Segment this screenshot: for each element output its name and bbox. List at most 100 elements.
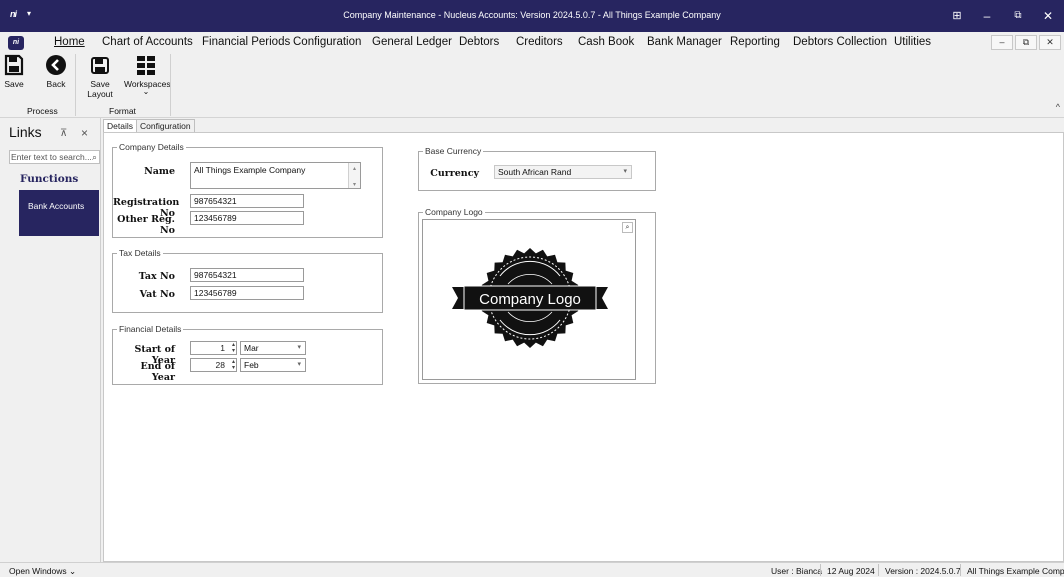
end-month-value: Feb: [244, 360, 259, 370]
save-icon: [4, 54, 24, 76]
tax-details-group: Tax Details Tax No 987654321 Vat No 1234…: [112, 248, 383, 313]
menu-cash-book[interactable]: Cash Book: [578, 36, 634, 48]
tab-details[interactable]: Details: [103, 119, 137, 133]
menu-bank-manager[interactable]: Bank Manager: [647, 36, 722, 48]
close-links-icon[interactable]: ×: [81, 126, 88, 140]
ribbon-separator: [75, 54, 76, 116]
open-windows-button[interactable]: Open Windows ⌄: [9, 566, 76, 577]
links-panel: Links ⊼ × Enter text to search... ⌕ Func…: [0, 118, 101, 562]
chevron-down-icon: ▾: [297, 344, 301, 351]
status-separator: [878, 564, 879, 576]
financial-details-group: Financial Details Start of Year 1 ▴ ▾ Mar…: [112, 324, 383, 385]
save-button[interactable]: Save: [3, 54, 25, 89]
back-button[interactable]: Back: [44, 54, 68, 89]
other-reg-no-field[interactable]: 123456789: [190, 211, 304, 225]
logo-text: Company Logo: [479, 291, 581, 308]
company-logo-image: Company Logo: [452, 248, 608, 348]
tax-details-title: Tax Details: [117, 248, 163, 258]
save-layout-button[interactable]: Save Layout: [78, 54, 122, 99]
other-reg-no-label: Other Reg. No: [117, 214, 175, 236]
vat-no-label: Vat No: [139, 289, 175, 300]
status-date: 12 Aug 2024: [827, 566, 875, 576]
end-day-stepper[interactable]: 28 ▴ ▾: [190, 358, 237, 372]
save-label: Save: [4, 79, 24, 89]
spin-updown-icon[interactable]: ▴ ▾: [232, 342, 235, 354]
content-area: Details Configuration Company Details Na…: [101, 118, 1064, 562]
pin-icon[interactable]: ⊼: [60, 128, 67, 139]
status-bar: Open Windows ⌄ User : Bianca 12 Aug 2024…: [0, 562, 1064, 577]
mdi-restore-button[interactable]: ⧉: [1015, 35, 1037, 50]
grid-icon[interactable]: ⊞: [946, 6, 968, 26]
menu-debtors[interactable]: Debtors: [459, 36, 499, 48]
company-details-group: Company Details Name All Things Example …: [112, 142, 383, 238]
app-logo-icon[interactable]: ni: [8, 36, 24, 50]
name-field-scrollbar[interactable]: ▴ ▾: [348, 163, 360, 188]
start-day-value: 1: [220, 343, 225, 353]
close-button[interactable]: ✕: [1037, 6, 1059, 26]
functions-heading: Functions: [20, 173, 79, 185]
save-layout-icon: [91, 57, 109, 74]
status-company: All Things Example Company: [967, 566, 1064, 576]
search-placeholder: Enter text to search...: [11, 152, 92, 162]
search-icon[interactable]: ⌕: [92, 151, 97, 163]
mdi-minimize-button[interactable]: –: [991, 35, 1013, 50]
ribbon-separator: [170, 54, 171, 116]
menu-general-ledger[interactable]: General Ledger: [372, 36, 452, 48]
bank-accounts-tile[interactable]: Bank Accounts: [19, 190, 99, 236]
tab-configuration[interactable]: Configuration: [136, 119, 195, 133]
ribbon: Save Back Save Layout Workspaces ⌄ Proce…: [0, 54, 1064, 118]
status-separator: [960, 564, 961, 576]
menu-bar: ni Home Chart of Accounts Financial Peri…: [0, 32, 1064, 54]
workspaces-button[interactable]: Workspaces ⌄: [124, 54, 171, 96]
links-title: Links: [9, 124, 42, 140]
currency-select[interactable]: South African Rand ▾: [494, 165, 632, 179]
status-user: User : Bianca: [771, 566, 823, 576]
tax-no-field[interactable]: 987654321: [190, 268, 304, 282]
start-month-value: Mar: [244, 343, 259, 353]
company-logo-group: Company Logo ⌕ Company Logo: [418, 207, 656, 384]
title-bar: ni ▾ Company Maintenance - Nucleus Accou…: [0, 0, 1064, 32]
company-name-field[interactable]: All Things Example Company ▴ ▾: [190, 162, 361, 189]
menu-debtors-collection[interactable]: Debtors Collection: [793, 36, 887, 48]
menu-configuration[interactable]: Configuration: [293, 36, 361, 48]
ribbon-group-process: Process: [27, 106, 58, 116]
workspaces-grid-icon: [137, 56, 155, 75]
currency-value: South African Rand: [498, 167, 572, 177]
menu-creditors[interactable]: Creditors: [516, 36, 563, 48]
links-search-input[interactable]: Enter text to search... ⌕: [9, 150, 100, 164]
name-label: Name: [144, 166, 175, 177]
back-label: Back: [46, 79, 66, 89]
back-arrow-icon: [46, 55, 66, 75]
tax-no-label: Tax No: [138, 271, 175, 282]
currency-label: Currency: [430, 168, 479, 179]
minimize-button[interactable]: –: [976, 6, 998, 26]
mdi-close-button[interactable]: ✕: [1039, 35, 1061, 50]
company-details-title: Company Details: [117, 142, 186, 152]
company-name-value: All Things Example Company: [194, 165, 306, 175]
end-month-select[interactable]: Feb ▾: [240, 358, 306, 372]
end-day-value: 28: [215, 360, 225, 370]
save-layout-label: Save Layout: [87, 79, 113, 99]
company-logo-image-box[interactable]: ⌕ Company Logo: [422, 219, 636, 380]
start-day-stepper[interactable]: 1 ▴ ▾: [190, 341, 237, 355]
restore-button[interactable]: ⧉: [1007, 6, 1029, 26]
status-version: Version : 2024.5.0.7: [885, 566, 961, 576]
menu-reporting[interactable]: Reporting: [730, 36, 780, 48]
registration-no-field[interactable]: 987654321: [190, 194, 304, 208]
ribbon-group-format: Format: [109, 106, 136, 116]
menu-home[interactable]: Home: [54, 36, 85, 48]
chevron-down-icon[interactable]: ⌄: [124, 88, 168, 96]
chevron-down-icon: ▾: [623, 168, 627, 175]
collapse-ribbon-icon[interactable]: ^: [1056, 102, 1060, 112]
spin-updown-icon[interactable]: ▴ ▾: [232, 359, 235, 371]
menu-utilities[interactable]: Utilities: [894, 36, 931, 48]
vat-no-field[interactable]: 123456789: [190, 286, 304, 300]
company-logo-title: Company Logo: [423, 207, 485, 217]
menu-financial-periods[interactable]: Financial Periods: [202, 36, 290, 48]
start-month-select[interactable]: Mar ▾: [240, 341, 306, 355]
chevron-down-icon: ▾: [297, 361, 301, 368]
status-separator: [820, 564, 821, 576]
financial-details-title: Financial Details: [117, 324, 184, 334]
base-currency-title: Base Currency: [423, 146, 484, 156]
menu-chart-of-accounts[interactable]: Chart of Accounts: [102, 36, 193, 48]
